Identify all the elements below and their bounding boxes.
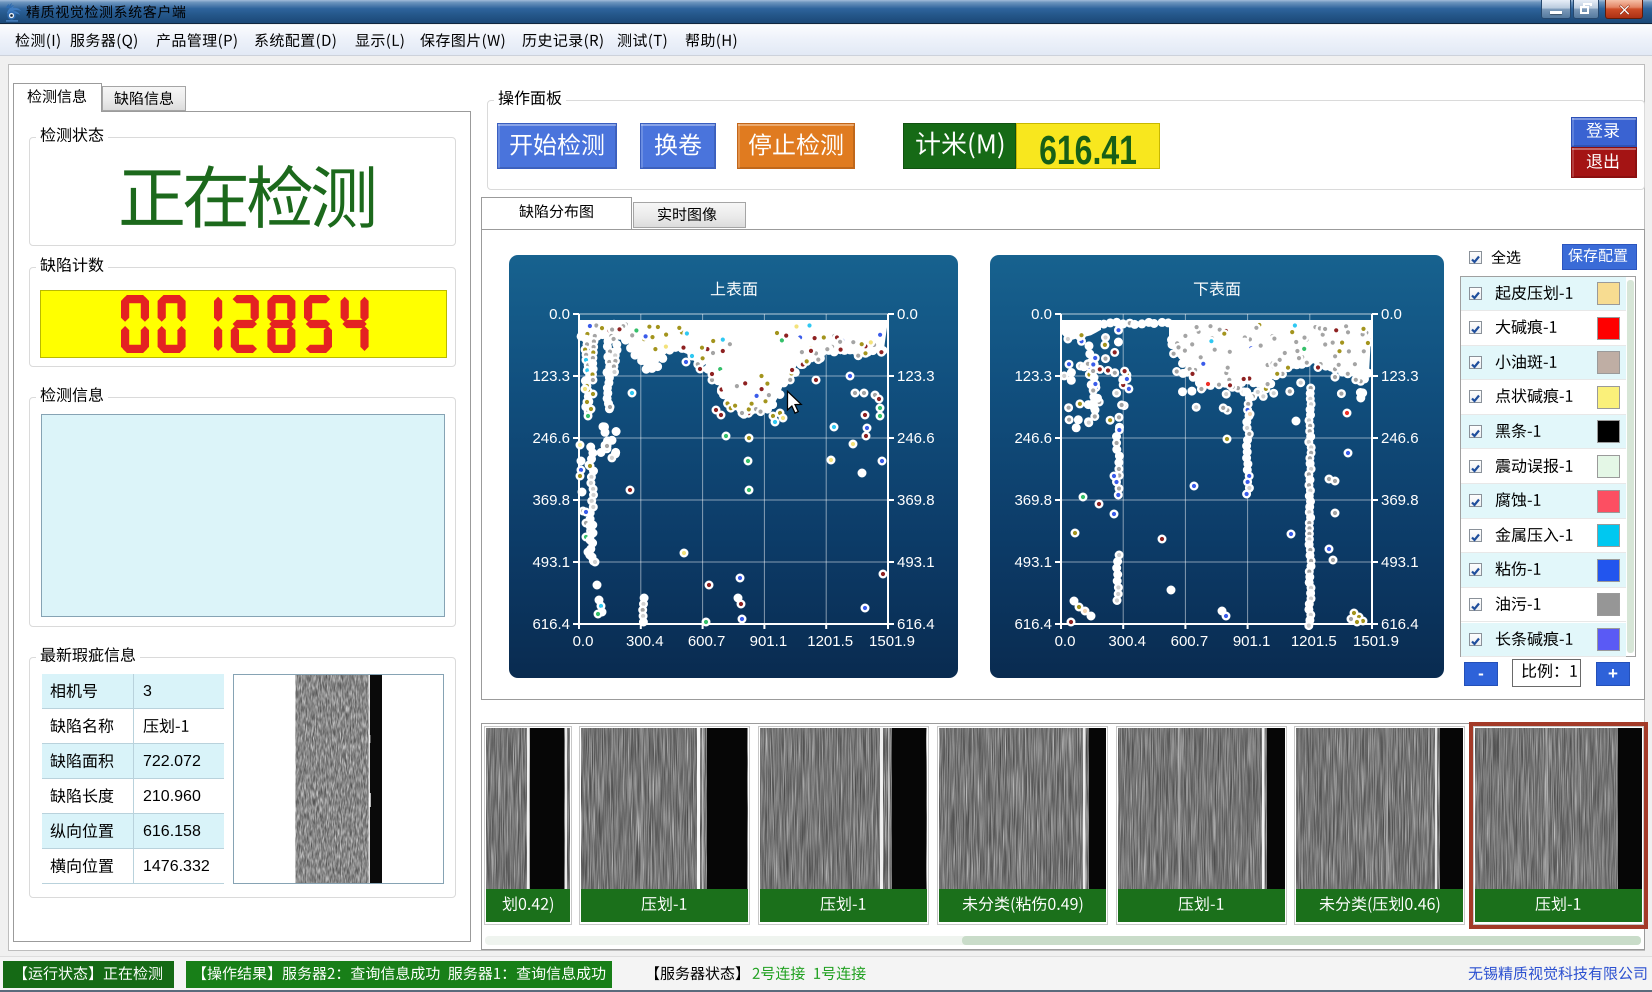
svg-text:616.4: 616.4 — [532, 616, 570, 633]
svg-text:246.6: 246.6 — [897, 430, 935, 447]
svg-text:369.8: 369.8 — [532, 492, 570, 509]
svg-text:1501.9: 1501.9 — [869, 633, 915, 650]
svg-text:1501.9: 1501.9 — [1353, 633, 1399, 650]
svg-text:300.4: 300.4 — [626, 633, 664, 650]
svg-text:616.4: 616.4 — [1381, 616, 1419, 633]
svg-text:369.8: 369.8 — [1014, 492, 1052, 509]
svg-text:1201.5: 1201.5 — [807, 633, 853, 650]
svg-text:600.7: 600.7 — [1171, 633, 1209, 650]
svg-text:123.3: 123.3 — [1014, 368, 1052, 385]
svg-text:246.6: 246.6 — [532, 430, 570, 447]
svg-text:246.6: 246.6 — [1381, 430, 1419, 447]
svg-text:0.0: 0.0 — [573, 633, 594, 650]
svg-text:0.0: 0.0 — [1055, 633, 1076, 650]
svg-text:369.8: 369.8 — [897, 492, 935, 509]
svg-text:123.3: 123.3 — [897, 368, 935, 385]
svg-text:123.3: 123.3 — [532, 368, 570, 385]
svg-text:616.4: 616.4 — [897, 616, 935, 633]
svg-text:901.1: 901.1 — [750, 633, 788, 650]
svg-text:901.1: 901.1 — [1233, 633, 1271, 650]
svg-text:0.0: 0.0 — [897, 306, 918, 323]
svg-text:493.1: 493.1 — [532, 554, 570, 571]
svg-text:493.1: 493.1 — [897, 554, 935, 571]
svg-text:300.4: 300.4 — [1108, 633, 1146, 650]
svg-text:0.0: 0.0 — [1381, 306, 1402, 323]
svg-text:616.4: 616.4 — [1014, 616, 1052, 633]
svg-text:0.0: 0.0 — [549, 306, 570, 323]
svg-text:493.1: 493.1 — [1014, 554, 1052, 571]
svg-text:246.6: 246.6 — [1014, 430, 1052, 447]
svg-text:600.7: 600.7 — [688, 633, 726, 650]
svg-text:493.1: 493.1 — [1381, 554, 1419, 571]
svg-text:123.3: 123.3 — [1381, 368, 1419, 385]
svg-text:369.8: 369.8 — [1381, 492, 1419, 509]
svg-text:0.0: 0.0 — [1031, 306, 1052, 323]
svg-text:1201.5: 1201.5 — [1291, 633, 1337, 650]
